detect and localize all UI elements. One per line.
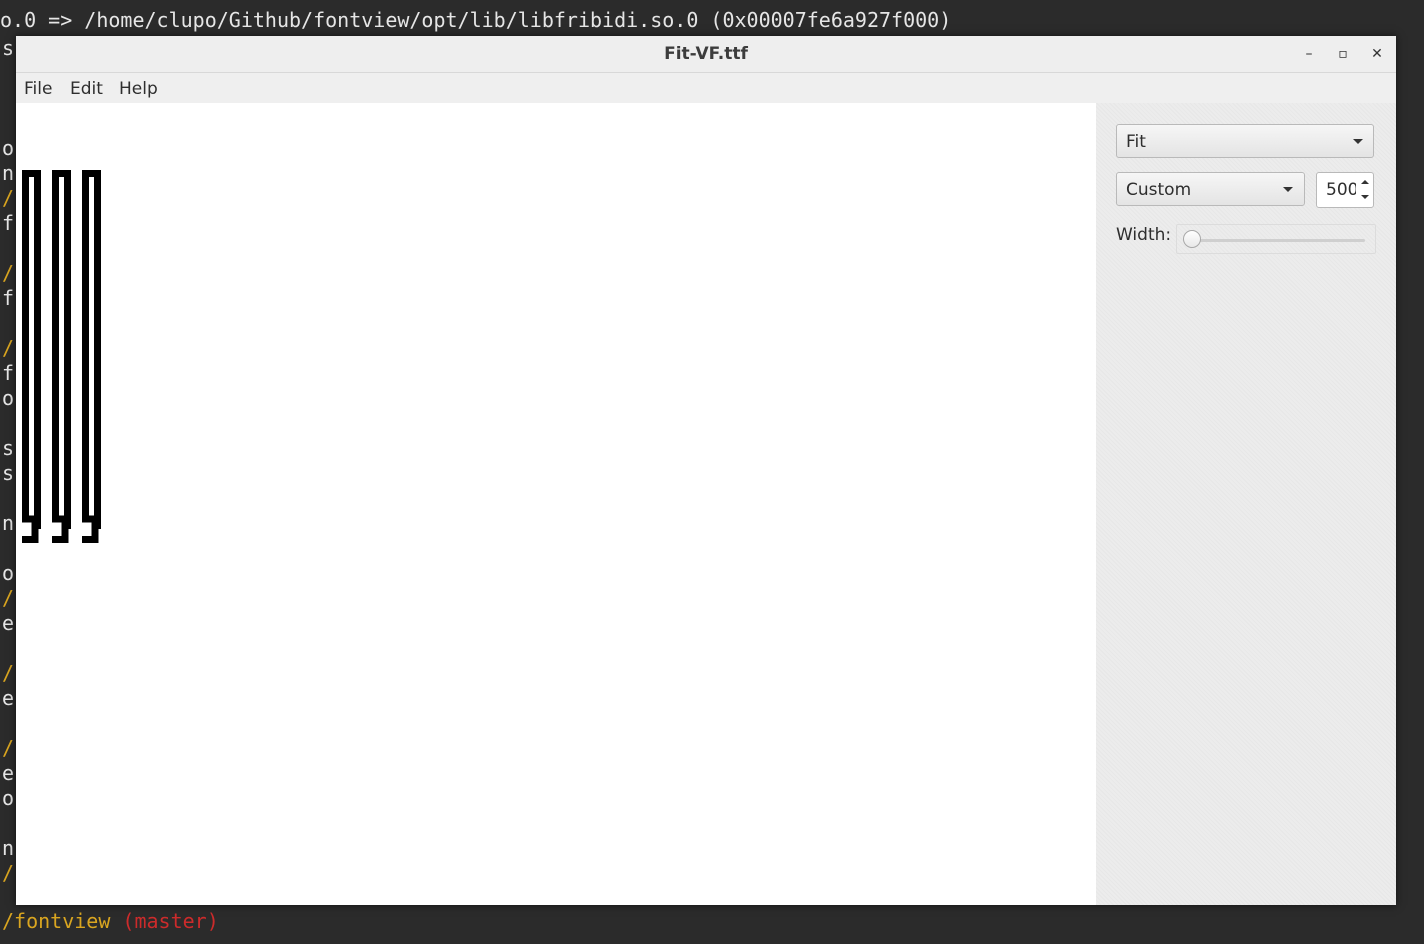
slider-track <box>1187 239 1365 242</box>
glyph-preview <box>22 170 101 543</box>
app-window: Fit-VF.ttf – ▫ ✕ File Edit Help Fit Cust… <box>16 36 1396 905</box>
prompt-path: /fontview <box>2 909 111 933</box>
terminal-fragment: e <box>2 686 15 710</box>
terminal-fragment: / <box>2 336 15 360</box>
maximize-button[interactable]: ▫ <box>1332 44 1354 66</box>
menu-edit[interactable]: Edit <box>70 79 103 99</box>
terminal-top-line: o.0 => /home/clupo/Github/fontview/opt/l… <box>0 8 952 32</box>
terminal-fragment: f <box>2 211 15 235</box>
menu-bar: File Edit Help <box>16 73 1396 103</box>
terminal-fragment: / <box>2 261 15 285</box>
terminal-fragment: / <box>2 861 15 885</box>
terminal-fragment: f <box>2 286 15 310</box>
chevron-down-icon <box>1353 139 1363 144</box>
terminal-fragment: / <box>2 736 15 760</box>
terminal-fragment: o <box>2 136 15 160</box>
terminal-fragment: e <box>2 611 15 635</box>
font-select-value: Fit <box>1126 132 1146 152</box>
terminal-fragment: s <box>2 36 15 60</box>
terminal-fragment: n <box>2 511 15 535</box>
instance-select-value: Custom <box>1126 180 1192 200</box>
terminal-fragment: o <box>2 561 15 585</box>
terminal-fragment: f <box>2 361 15 385</box>
size-spinbox[interactable]: 500 <box>1316 172 1374 208</box>
terminal-fragment: n <box>2 161 15 185</box>
terminal-fragment: / <box>2 661 15 685</box>
terminal-fragment: e <box>2 761 15 785</box>
slider-handle[interactable] <box>1183 230 1201 248</box>
prompt-branch: (master) <box>122 909 219 933</box>
font-select[interactable]: Fit <box>1116 124 1374 158</box>
terminal-prompt: /fontview (master) <box>2 909 219 934</box>
minimize-button[interactable]: – <box>1298 44 1320 66</box>
spin-up-icon[interactable] <box>1361 180 1369 184</box>
glyph-canvas[interactable] <box>16 103 1096 905</box>
menu-file[interactable]: File <box>24 79 52 99</box>
terminal-fragment: o <box>2 386 15 410</box>
width-label: Width: <box>1116 225 1172 245</box>
size-value: 500 <box>1326 180 1356 200</box>
instance-select[interactable]: Custom <box>1116 172 1305 206</box>
glyph-3 <box>82 170 101 543</box>
width-slider[interactable] <box>1176 224 1376 254</box>
title-bar[interactable]: Fit-VF.ttf – ▫ ✕ <box>16 36 1396 73</box>
spin-down-icon[interactable] <box>1361 195 1369 199</box>
terminal-fragment: o <box>2 786 15 810</box>
window-title: Fit-VF.ttf <box>664 44 748 64</box>
glyph-1 <box>22 170 41 543</box>
menu-help[interactable]: Help <box>119 79 158 99</box>
terminal-fragment: / <box>2 186 15 210</box>
terminal-fragment: s <box>2 461 15 485</box>
terminal-fragment: / <box>2 586 15 610</box>
terminal-fragment: s <box>2 436 15 460</box>
glyph-2 <box>52 170 71 543</box>
close-button[interactable]: ✕ <box>1366 44 1388 66</box>
terminal-fragment: n <box>2 836 15 860</box>
chevron-down-icon <box>1283 187 1293 192</box>
